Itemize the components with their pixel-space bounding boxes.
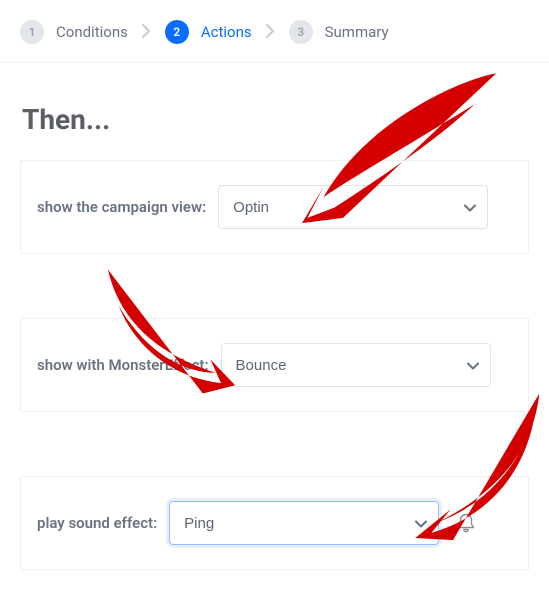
monster-effect-label: show with MonsterEffect:: [37, 356, 209, 374]
step-number: 2: [165, 20, 189, 44]
campaign-view-label: show the campaign view:: [37, 198, 206, 216]
sound-effect-select[interactable]: Ping: [169, 501, 439, 545]
step-number: 1: [20, 20, 44, 44]
monster-effect-select[interactable]: Bounce: [221, 343, 491, 387]
sound-effect-select-wrap: Ping: [169, 501, 439, 545]
step-summary[interactable]: 3 Summary: [289, 20, 389, 44]
step-label: Actions: [201, 23, 252, 41]
sound-effect-label: play sound effect:: [37, 514, 157, 532]
monster-effect-select-wrap: Bounce: [221, 343, 491, 387]
step-conditions[interactable]: 1 Conditions: [20, 20, 128, 44]
chevron-right-icon: [266, 23, 275, 42]
chevron-right-icon: [142, 23, 151, 42]
row-sound-effect: play sound effect: Ping: [20, 476, 529, 570]
campaign-view-select-wrap: Optin: [218, 185, 488, 229]
step-label: Conditions: [56, 23, 128, 41]
campaign-view-select[interactable]: Optin: [218, 185, 488, 229]
content-area: Then... show the campaign view: Optin sh…: [0, 63, 549, 600]
row-campaign-view: show the campaign view: Optin: [20, 160, 529, 254]
step-number: 3: [289, 20, 313, 44]
step-actions[interactable]: 2 Actions: [165, 20, 252, 44]
row-monster-effect: show with MonsterEffect: Bounce: [20, 318, 529, 412]
wizard-stepper: 1 Conditions 2 Actions 3 Summary: [0, 0, 549, 63]
bell-icon[interactable]: [455, 512, 477, 534]
section-heading: Then...: [22, 103, 529, 136]
step-label: Summary: [325, 23, 389, 41]
